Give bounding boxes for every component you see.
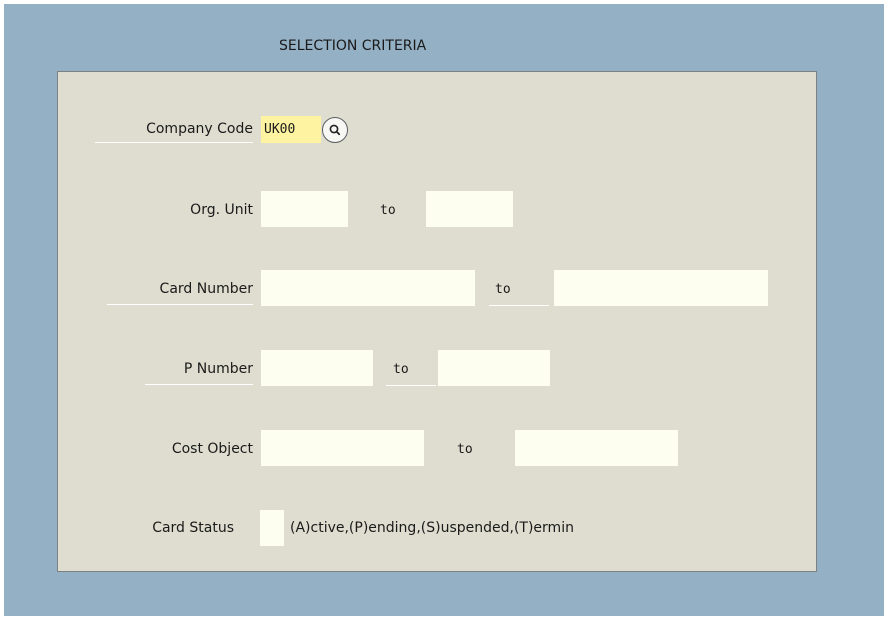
p-number-label: P Number [145, 360, 253, 385]
cost-object-to-label: to [457, 442, 473, 457]
card-number-to-field[interactable] [554, 270, 768, 306]
p-number-to-label: to [386, 361, 436, 386]
card-number-label: Card Number [107, 280, 253, 305]
company-code-value-help-button[interactable] [322, 117, 348, 143]
company-code-label: Company Code [95, 120, 253, 143]
org-unit-from-field[interactable] [261, 191, 348, 227]
cost-object-from-field[interactable] [261, 430, 424, 466]
cost-object-to-field[interactable] [515, 430, 678, 466]
p-number-to-field[interactable] [438, 350, 550, 386]
group-title: SELECTION CRITERIA [279, 38, 427, 54]
org-unit-label: Org. Unit [190, 202, 253, 218]
org-unit-to-field[interactable] [426, 191, 513, 227]
org-unit-to-label: to [380, 203, 396, 218]
card-number-from-field[interactable] [261, 270, 475, 306]
card-status-field[interactable] [260, 510, 284, 546]
p-number-from-field[interactable] [261, 350, 373, 386]
card-status-label: Card Status [152, 520, 234, 536]
company-code-field[interactable] [261, 116, 321, 143]
search-icon [329, 124, 341, 136]
card-number-to-label: to [489, 281, 549, 306]
card-status-description: (A)ctive,(P)ending,(S)uspended,(T)ermin [290, 520, 574, 536]
cost-object-label: Cost Object [171, 441, 253, 457]
selection-criteria-group [57, 71, 817, 572]
